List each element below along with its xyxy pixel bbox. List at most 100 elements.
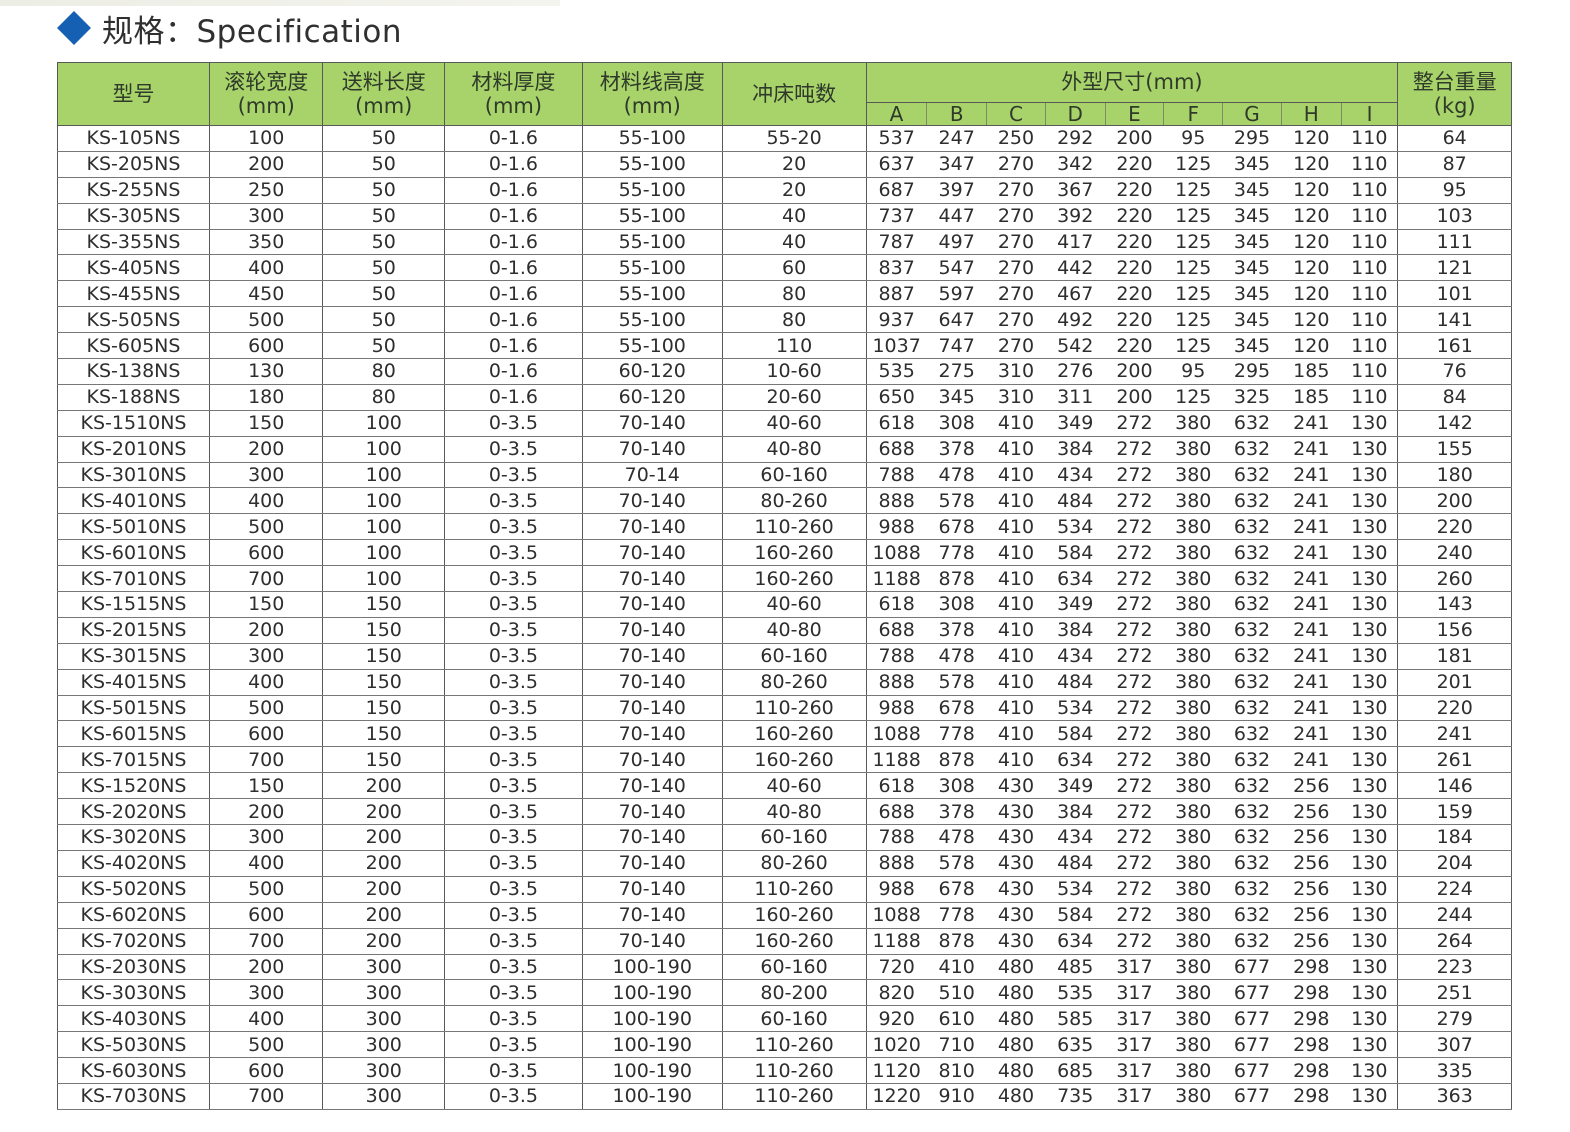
cell-dim-c: 410 [986, 409, 1046, 437]
cell-feed-length: 100 [322, 513, 446, 541]
cell-roller-width: 500 [208, 1031, 324, 1059]
cell-dim-e: 272 [1105, 487, 1164, 515]
cell-dim-a: 888 [865, 849, 927, 877]
cell-dim-e: 272 [1105, 642, 1164, 670]
cell-dim-h: 241 [1281, 668, 1342, 696]
cell-dim-b: 610 [926, 1005, 987, 1033]
cell-press-tonnage: 80-260 [721, 487, 867, 515]
cell-dim-f: 380 [1163, 849, 1223, 877]
cell-press-tonnage: 80 [721, 280, 867, 308]
cell-dim-h: 241 [1281, 435, 1342, 463]
cell-press-tonnage: 110-260 [721, 513, 867, 541]
cell-press-tonnage: 160-260 [721, 901, 867, 929]
cell-dim-h: 256 [1281, 901, 1342, 929]
header-dim-f: F [1163, 101, 1224, 127]
cell-dim-b: 308 [926, 772, 987, 800]
cell-dim-h: 298 [1281, 953, 1342, 981]
cell-model: KS-6030NS [57, 1057, 210, 1084]
table-row: KS-3020NS 300 200 0-3.5 70-140 60-160 788 478 43… [57, 824, 1512, 851]
cell-dim-d: 484 [1045, 487, 1106, 515]
cell-dim-i: 130 [1341, 720, 1399, 748]
cell-dim-i: 110 [1341, 254, 1399, 282]
cell-feed-line-height: 100-190 [581, 979, 723, 1007]
cell-roller-width: 200 [208, 616, 324, 644]
cell-model: KS-255NS [57, 176, 210, 204]
cell-material-thickness: 0-3.5 [444, 565, 583, 593]
header-press-tonnage: 冲床吨数 [721, 62, 867, 126]
cell-dim-f: 380 [1163, 720, 1223, 748]
cell-model: KS-4020NS [57, 849, 210, 877]
cell-weight: 244 [1397, 901, 1512, 929]
cell-material-thickness: 0-3.5 [444, 824, 583, 851]
cell-dim-g: 632 [1222, 772, 1282, 800]
cell-roller-width: 100 [208, 125, 324, 152]
table-row: KS-6030NS 600 300 0-3.5 100-190 110-260 1120 81… [57, 1057, 1512, 1084]
cell-dim-f: 125 [1163, 306, 1223, 334]
cell-dim-f: 380 [1163, 487, 1223, 515]
cell-press-tonnage: 60-160 [721, 461, 867, 489]
cell-dim-c: 410 [986, 513, 1046, 541]
cell-model: KS-2015NS [57, 616, 210, 644]
cell-dim-i: 130 [1341, 1031, 1399, 1059]
cell-press-tonnage: 80-260 [721, 849, 867, 877]
cell-dim-h: 241 [1281, 565, 1342, 593]
cell-dim-i: 110 [1341, 228, 1399, 256]
table-row: KS-305NS 300 50 0-1.6 55-100 40 737 447 270 392 22… [57, 202, 1512, 230]
table-row: KS-4030NS 400 300 0-3.5 100-190 60-160 920 610 4… [57, 1005, 1512, 1033]
cell-press-tonnage: 160-260 [721, 746, 867, 774]
cell-press-tonnage: 60-160 [721, 953, 867, 981]
cell-material-thickness: 0-3.5 [444, 435, 583, 463]
cell-dim-e: 317 [1105, 979, 1164, 1007]
header-material-thickness: 材料厚度 (mm) [444, 62, 583, 126]
cell-dim-a: 888 [865, 487, 927, 515]
cell-feed-line-height: 70-140 [581, 875, 723, 903]
table-row: KS-2015NS 200 150 0-3.5 70-140 40-80 688 378 410… [57, 616, 1512, 644]
cell-feed-length: 50 [322, 228, 446, 256]
cell-material-thickness: 0-3.5 [444, 901, 583, 929]
cell-feed-line-height: 70-140 [581, 435, 723, 463]
cell-weight: 241 [1397, 720, 1512, 748]
table-row: KS-2010NS 200 100 0-3.5 70-140 40-80 688 378 410… [57, 435, 1512, 463]
cell-dim-h: 241 [1281, 409, 1342, 437]
cell-dim-g: 632 [1222, 616, 1282, 644]
cell-dim-c: 430 [986, 849, 1046, 877]
cell-weight: 264 [1397, 927, 1512, 955]
cell-dim-g: 345 [1222, 228, 1282, 256]
cell-roller-width: 150 [208, 409, 324, 437]
cell-model: KS-4010NS [57, 487, 210, 515]
cell-dim-b: 578 [926, 849, 987, 877]
cell-feed-length: 50 [322, 125, 446, 152]
cell-feed-length: 150 [322, 746, 446, 774]
cell-press-tonnage: 80 [721, 306, 867, 334]
cell-dim-f: 125 [1163, 202, 1223, 230]
cell-dim-d: 276 [1045, 358, 1106, 385]
cell-feed-line-height: 55-100 [581, 150, 723, 178]
cell-dim-h: 256 [1281, 772, 1342, 800]
cell-dim-f: 125 [1163, 176, 1223, 204]
cell-material-thickness: 0-1.6 [444, 228, 583, 256]
cell-dim-c: 410 [986, 616, 1046, 644]
cell-weight: 181 [1397, 642, 1512, 670]
cell-dim-g: 345 [1222, 306, 1282, 334]
cell-feed-length: 300 [322, 1005, 446, 1033]
cell-dim-d: 417 [1045, 228, 1106, 256]
table-row: KS-1520NS 150 200 0-3.5 70-140 40-60 618 308 430… [57, 772, 1512, 800]
cell-press-tonnage: 110-260 [721, 875, 867, 903]
cell-press-tonnage: 20-60 [721, 383, 867, 411]
table-row: KS-3030NS 300 300 0-3.5 100-190 80-200 820 510 4… [57, 979, 1512, 1007]
cell-dim-h: 241 [1281, 694, 1342, 722]
cell-dim-i: 130 [1341, 824, 1399, 851]
cell-feed-length: 200 [322, 849, 446, 877]
cell-dim-g: 632 [1222, 591, 1282, 618]
cell-roller-width: 300 [208, 642, 324, 670]
cell-dim-h: 120 [1281, 332, 1342, 360]
cell-press-tonnage: 160-260 [721, 539, 867, 567]
cell-dim-a: 1188 [865, 746, 927, 774]
table-row: KS-355NS 350 50 0-1.6 55-100 40 787 497 270 417 22… [57, 228, 1512, 256]
cell-dim-a: 1088 [865, 901, 927, 929]
cell-material-thickness: 0-3.5 [444, 616, 583, 644]
cell-dim-i: 130 [1341, 616, 1399, 644]
cell-dim-h: 241 [1281, 461, 1342, 489]
cell-dim-c: 410 [986, 565, 1046, 593]
cell-weight: 261 [1397, 746, 1512, 774]
